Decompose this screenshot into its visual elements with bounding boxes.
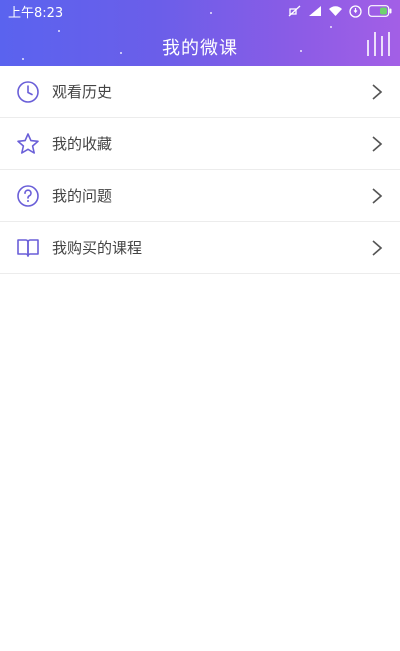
menu-item-label: 我购买的课程 <box>52 239 143 257</box>
status-bar: 上午8:23 <box>0 0 400 22</box>
bars-menu-icon[interactable] <box>364 30 390 58</box>
battery-icon <box>368 5 392 17</box>
menu-item-label: 观看历史 <box>52 83 113 101</box>
menu-item-label: 我的收藏 <box>52 135 113 153</box>
decor-sparkle <box>58 30 60 32</box>
menu-list: 观看历史 我的收藏 我的问题 我购买的课程 <box>0 66 400 274</box>
page-title: 我的微课 <box>162 38 238 59</box>
mute-icon <box>288 5 302 17</box>
chevron-right-icon <box>370 239 384 257</box>
book-icon <box>16 236 40 260</box>
question-icon <box>16 184 40 208</box>
star-icon <box>16 132 40 156</box>
menu-item-my-questions[interactable]: 我的问题 <box>0 170 400 222</box>
app-header: 上午8:23 我的微课 <box>0 0 400 66</box>
wifi-icon <box>328 5 343 17</box>
menu-item-purchased-courses[interactable]: 我购买的课程 <box>0 222 400 274</box>
status-time: 上午8:23 <box>8 5 64 21</box>
signal-icon <box>308 5 322 17</box>
sync-icon <box>349 4 362 18</box>
chevron-right-icon <box>370 135 384 153</box>
menu-item-label: 我的问题 <box>52 187 113 205</box>
menu-item-my-favorites[interactable]: 我的收藏 <box>0 118 400 170</box>
chevron-right-icon <box>370 83 384 101</box>
menu-item-watch-history[interactable]: 观看历史 <box>0 66 400 118</box>
clock-icon <box>16 80 40 104</box>
chevron-right-icon <box>370 187 384 205</box>
decor-sparkle <box>330 26 332 28</box>
